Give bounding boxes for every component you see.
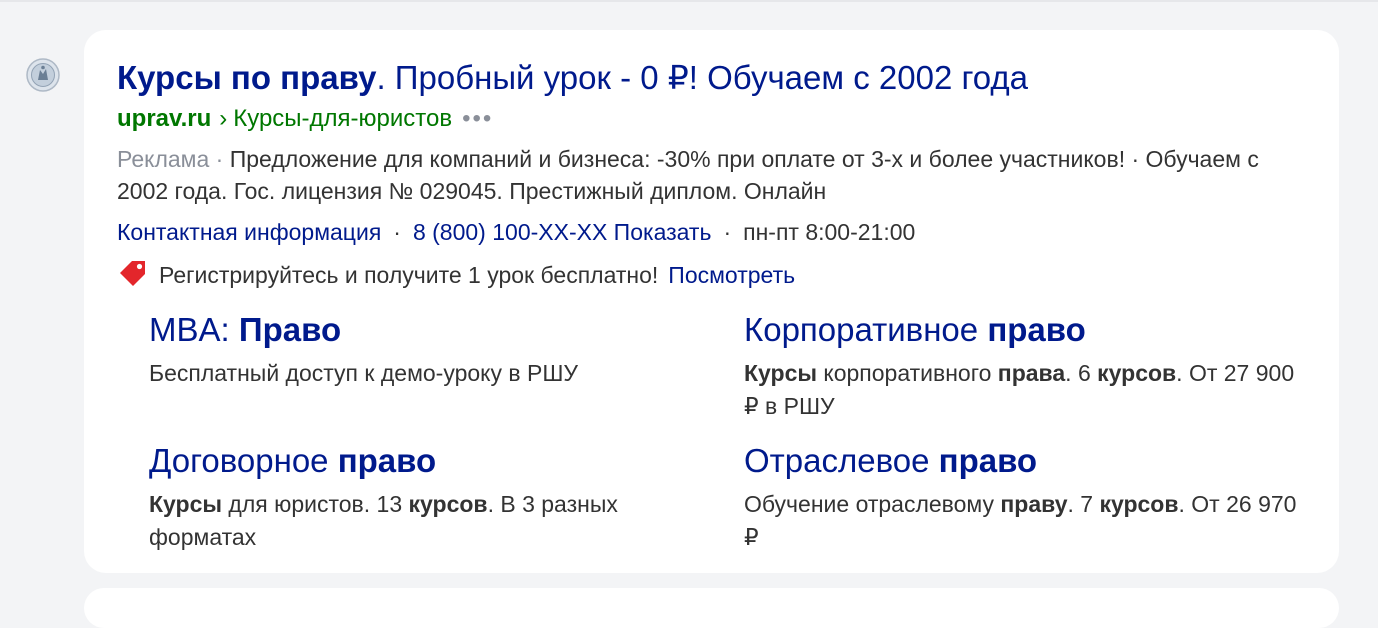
sitelink-title-bold: право — [987, 311, 1086, 348]
ad-description-text: Предложение для компаний и бизнеса: -30%… — [117, 146, 1259, 204]
description-bold-text: курсов — [1099, 491, 1179, 517]
sitelink-4: Отраслевое право Обучение отраслевому пр… — [744, 440, 1304, 554]
sitelink-title[interactable]: MBA: Право — [149, 309, 709, 351]
sitelink-description: Обучение отраслевому праву. 7 курсов. От… — [744, 488, 1304, 554]
description-bold-text: праву — [1000, 491, 1068, 517]
sitelink-title-text: Отраслевое — [744, 442, 939, 479]
breadcrumb: uprav.ru › Курсы-для-юристов ••• — [117, 104, 493, 134]
ad-title-bold: Курсы по праву — [117, 59, 377, 96]
description-text: Обучение отраслевому — [744, 491, 1001, 517]
more-options-icon[interactable]: ••• — [462, 105, 493, 132]
sitelink-title-bold: право — [938, 442, 1038, 479]
sitelink-title-text: MBA: — [149, 311, 239, 348]
promo-line: Регистрируйтесь и получите 1 урок беспла… — [117, 257, 795, 291]
contacts-dot-1: · — [393, 219, 401, 245]
promo-view-link[interactable]: Посмотреть — [668, 262, 795, 288]
price-tag-icon — [120, 261, 145, 286]
ad-title-link[interactable]: Курсы по праву. Пробный урок - 0 ₽! Обуч… — [117, 57, 1028, 99]
sitelink-3: Договорное право Курсы для юристов. 13 к… — [149, 440, 709, 554]
description-text: . 6 — [1065, 360, 1098, 386]
sitelink-title[interactable]: Договорное право — [149, 440, 709, 482]
sitelink-description: Бесплатный доступ к демо-уроку в РШУ — [149, 357, 709, 390]
contact-info-link[interactable]: Контактная информация — [117, 219, 381, 245]
sitelink-title[interactable]: Корпоративное право — [744, 309, 1304, 351]
site-host-link[interactable]: uprav.ru — [117, 105, 211, 132]
ad-label-dot: · — [215, 146, 224, 172]
sitelink-1: MBA: Право Бесплатный доступ к демо-урок… — [149, 309, 709, 390]
ad-description: Реклама · Предложение для компаний и биз… — [117, 143, 1277, 207]
description-bold-text: курсов — [1097, 360, 1177, 386]
description-text: . 7 — [1067, 491, 1100, 517]
sitelink-title-bold: право — [337, 442, 437, 479]
contacts-dot-2: · — [723, 219, 732, 245]
ad-label: Реклама — [117, 146, 210, 172]
promo-text: Регистрируйтесь и получите 1 урок беспла… — [159, 262, 659, 288]
description-text: Бесплатный доступ к демо-уроку в РШУ — [149, 360, 579, 386]
sitelink-description: Курсы корпоративного права. 6 курсов. От… — [744, 357, 1304, 423]
sitelink-description: Курсы для юристов. 13 курсов. В 3 разных… — [149, 488, 709, 554]
sitelink-title-bold: Право — [238, 311, 342, 348]
description-bold-text: права — [997, 360, 1066, 386]
contacts-line: Контактная информация · 8 (800) 100-XX-XX … — [117, 216, 915, 248]
top-divider — [0, 0, 1378, 2]
breadcrumb-separator: › — [219, 105, 228, 132]
sitelink-title[interactable]: Отраслевое право — [744, 440, 1304, 482]
ad-title-rest: . Пробный урок - 0 ₽! Обучаем с 2002 год… — [376, 59, 1029, 96]
next-result-card — [84, 588, 1339, 628]
sitelink-2: Корпоративное право Курсы корпоративного… — [744, 309, 1304, 423]
working-hours: пн-пт 8:00-21:00 — [743, 219, 916, 245]
description-bold-text: Курсы — [744, 360, 818, 386]
sitelink-title-text: Договорное — [149, 442, 338, 479]
sitelink-title-text: Корпоративное — [744, 311, 988, 348]
description-text: для юристов. 13 — [222, 491, 409, 517]
description-bold-text: Курсы — [149, 491, 223, 517]
site-favicon-icon[interactable] — [26, 58, 60, 92]
breadcrumb-path-link[interactable]: Курсы-для-юристов — [233, 105, 452, 132]
phone-show-link[interactable]: 8 (800) 100-XX-XX Показать — [413, 219, 711, 245]
description-text: корпоративного — [817, 360, 998, 386]
description-bold-text: курсов — [408, 491, 488, 517]
